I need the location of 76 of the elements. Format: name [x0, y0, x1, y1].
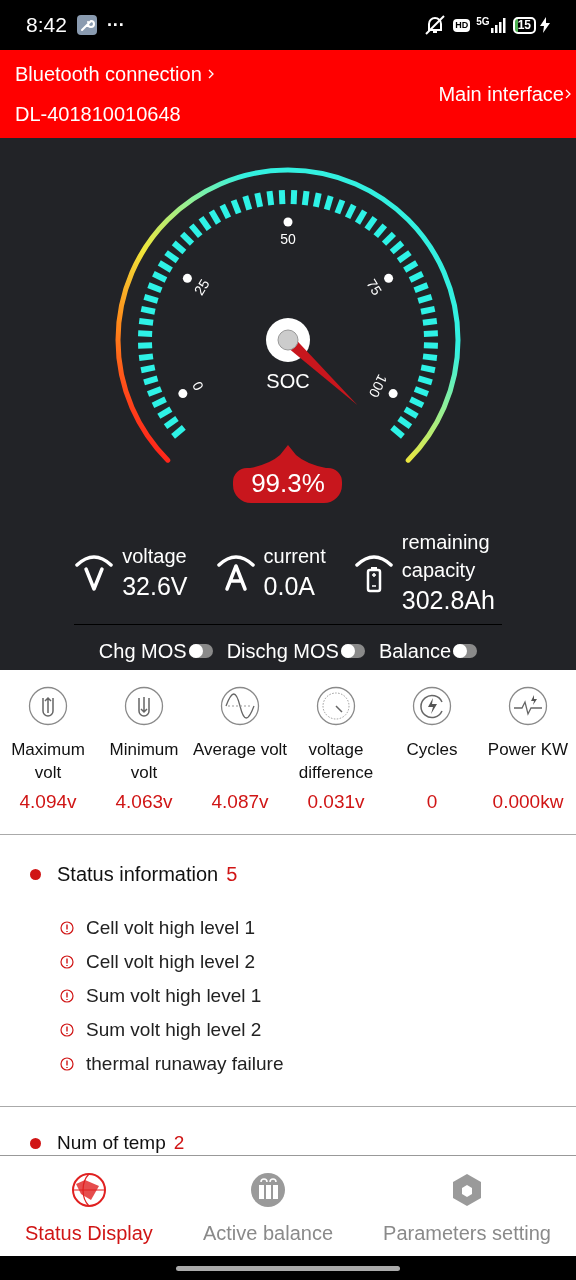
warning-icon	[60, 989, 74, 1003]
clock-time: 8:42	[26, 12, 67, 39]
metric-value: 4.087v	[211, 790, 269, 814]
main-interface-link[interactable]: Main interface	[438, 79, 571, 109]
chevron-icon	[565, 89, 571, 99]
warning-icon	[60, 921, 74, 935]
section-title: Status information	[57, 862, 219, 887]
switch-label: Chg MOS	[98, 639, 187, 664]
scale-label: 75	[363, 276, 386, 298]
reading-value: 0.0A	[263, 571, 316, 602]
warning-icon	[60, 955, 74, 969]
more-indicator: ···	[106, 13, 125, 37]
reading-label: voltage	[122, 544, 188, 569]
toggle-switch[interactable]	[340, 644, 365, 658]
metric-label: Power KW	[486, 739, 570, 761]
scale-label: 100	[365, 371, 391, 401]
scale-dot	[283, 217, 293, 227]
max-metric-icon	[28, 686, 68, 726]
warning-icon	[60, 1023, 74, 1037]
scale-dot	[178, 389, 188, 399]
bluetooth-connection-link[interactable]: Bluetooth connection	[15, 59, 214, 89]
scale-label: 0	[188, 378, 207, 394]
metric-value: 0.000kw	[492, 790, 564, 814]
warning-icon	[60, 1057, 74, 1071]
muted-bell-icon	[423, 14, 448, 36]
reading-value: 32.6V	[122, 571, 188, 602]
charging-icon	[540, 17, 550, 33]
reading-label: current	[263, 544, 326, 569]
power-metric-icon	[508, 686, 548, 726]
metric-value: 4.094v	[19, 790, 77, 814]
chevron-icon	[207, 69, 214, 79]
scale-dot	[388, 389, 398, 399]
toggle-switch[interactable]	[188, 644, 213, 658]
metric-value: 0.031v	[307, 790, 365, 814]
metric-label: voltage difference	[297, 739, 375, 784]
switch-label: Dischg MOS	[226, 639, 339, 664]
metric-label: Minimum volt	[108, 739, 180, 784]
temp-count: 2	[173, 1132, 185, 1154]
status-tab-icon	[70, 1172, 107, 1208]
status-item: Sum volt high level 1	[86, 984, 262, 1008]
battery-indicator: 15	[512, 16, 536, 34]
scale-label: 25	[190, 276, 213, 298]
scale-dot	[182, 273, 192, 283]
status-item: Sum volt high level 2	[86, 1018, 262, 1042]
cycles-metric-icon	[412, 686, 452, 726]
status-item: thermal runaway failure	[86, 1052, 284, 1076]
avg-metric-icon	[220, 686, 260, 726]
status-item: Cell volt high level 1	[86, 916, 255, 940]
nav-tab[interactable]: Active balance	[202, 1172, 333, 1248]
switch-label: Balance	[378, 639, 452, 664]
soc-value: 99.3%	[251, 468, 325, 498]
scale-dot	[384, 273, 394, 283]
signal-icon	[490, 17, 507, 33]
status-count: 5	[226, 862, 238, 887]
min-metric-icon	[124, 686, 164, 726]
device-id: DL-401810010648	[15, 102, 182, 127]
home-indicator[interactable]	[176, 1265, 400, 1271]
wrench-icon	[76, 15, 97, 35]
diff-metric-icon	[316, 686, 356, 726]
nav-tab[interactable]: Status Display	[25, 1172, 153, 1248]
metric-value: 0	[426, 790, 438, 814]
scale-label: 50	[280, 230, 296, 247]
hd-badge: HD	[453, 18, 471, 32]
metric-label: Cycles	[405, 739, 459, 761]
soc-label: SOC	[266, 370, 310, 392]
section-title: Num of temp	[57, 1132, 166, 1154]
balance-tab-icon	[249, 1172, 286, 1208]
nav-tab[interactable]: Parameters setting	[383, 1172, 551, 1248]
metric-label: Average volt	[192, 739, 288, 761]
network-label: 5G	[476, 17, 490, 27]
reading-label: remaining capacity	[401, 530, 491, 583]
status-item: Cell volt high level 2	[86, 950, 255, 974]
reading-value: 302.8Ah	[401, 585, 496, 616]
toggle-switch[interactable]	[453, 644, 478, 658]
metric-value: 4.063v	[115, 790, 173, 814]
metric-label: Maximum volt	[10, 739, 86, 784]
